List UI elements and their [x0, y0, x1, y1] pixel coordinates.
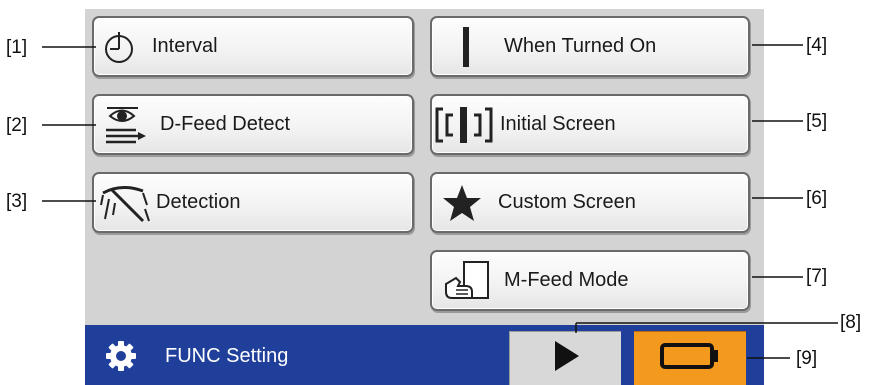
callout-9: [9] — [796, 348, 818, 369]
callout-5: [5] — [806, 111, 828, 132]
callout-2: [2] — [6, 115, 28, 136]
callout-4: [4] — [806, 35, 828, 56]
callout-lines — [42, 44, 838, 359]
callout-7: [7] — [806, 266, 828, 287]
callout-1: [1] — [6, 37, 28, 58]
callout-8: [8] — [840, 312, 862, 333]
callout-3: [3] — [6, 191, 28, 212]
callout-6: [6] — [806, 188, 828, 209]
